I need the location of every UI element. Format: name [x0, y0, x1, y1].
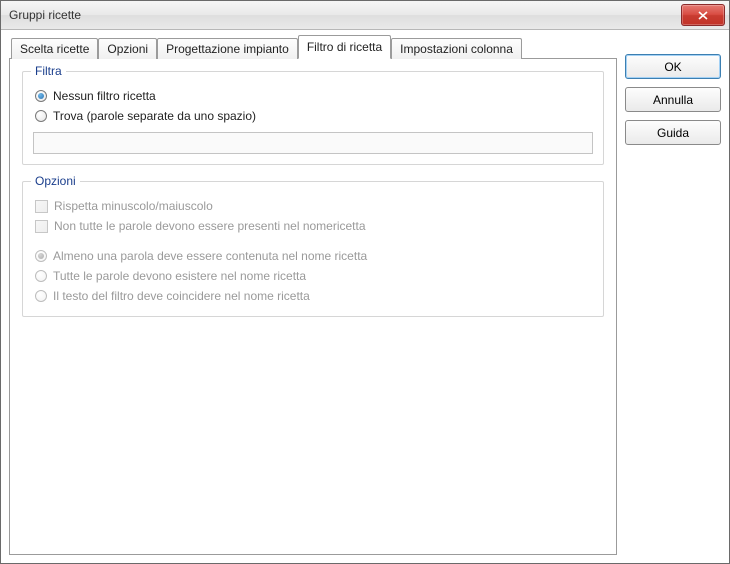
row-at-least-one[interactable]: Almeno una parola deve essere contenuta …	[33, 246, 593, 266]
right-pane: OK Annulla Guida	[617, 36, 721, 555]
row-not-all-words[interactable]: Non tutte le parole devono essere presen…	[33, 216, 593, 236]
checkbox-label: Non tutte le parole devono essere presen…	[54, 219, 366, 233]
tab-strip: Scelta ricette Opzioni Progettazione imp…	[9, 36, 617, 58]
radio-icon	[35, 290, 47, 302]
tab-opzioni[interactable]: Opzioni	[98, 38, 157, 59]
radio-icon	[35, 250, 47, 262]
checkbox-label: Rispetta minuscolo/maiuscolo	[54, 199, 213, 213]
tab-panel: Filtra Nessun filtro ricetta Trova (paro…	[9, 58, 617, 555]
close-icon	[698, 11, 708, 20]
group-opzioni: Opzioni Rispetta minuscolo/maiuscolo Non…	[22, 181, 604, 317]
row-find[interactable]: Trova (parole separate da uno spazio)	[33, 106, 593, 126]
radio-label: Nessun filtro ricetta	[53, 89, 156, 103]
button-label: OK	[664, 60, 681, 74]
row-no-filter[interactable]: Nessun filtro ricetta	[33, 86, 593, 106]
filter-text-input[interactable]	[33, 132, 593, 154]
checkbox-icon	[35, 200, 48, 213]
cancel-button[interactable]: Annulla	[625, 87, 721, 112]
help-button[interactable]: Guida	[625, 120, 721, 145]
row-all-exist[interactable]: Tutte le parole devono esistere nel nome…	[33, 266, 593, 286]
tab-scelta-ricette[interactable]: Scelta ricette	[11, 38, 98, 59]
radio-label: Trova (parole separate da uno spazio)	[53, 109, 256, 123]
titlebar: Gruppi ricette	[1, 1, 729, 30]
tab-label: Scelta ricette	[20, 42, 89, 56]
tab-filtro-di-ricetta[interactable]: Filtro di ricetta	[298, 35, 391, 59]
group-legend: Opzioni	[31, 174, 80, 188]
group-legend: Filtra	[31, 64, 66, 78]
tab-progettazione[interactable]: Progettazione impianto	[157, 38, 298, 59]
tab-label: Opzioni	[107, 42, 148, 56]
button-label: Annulla	[653, 93, 693, 107]
tab-label: Impostazioni colonna	[400, 42, 513, 56]
close-button[interactable]	[681, 4, 725, 26]
radio-label: Tutte le parole devono esistere nel nome…	[53, 269, 306, 283]
tab-label: Progettazione impianto	[166, 42, 289, 56]
dialog-window: Gruppi ricette Scelta ricette Opzioni Pr…	[0, 0, 730, 564]
ok-button[interactable]: OK	[625, 54, 721, 79]
button-label: Guida	[657, 126, 689, 140]
tab-impostazioni-colonna[interactable]: Impostazioni colonna	[391, 38, 522, 59]
row-exact-match[interactable]: Il testo del filtro deve coincidere nel …	[33, 286, 593, 306]
radio-icon	[35, 110, 47, 122]
window-title: Gruppi ricette	[9, 8, 681, 22]
radio-icon	[35, 270, 47, 282]
radio-icon	[35, 90, 47, 102]
group-filtra: Filtra Nessun filtro ricetta Trova (paro…	[22, 71, 604, 165]
client-area: Scelta ricette Opzioni Progettazione imp…	[1, 30, 729, 563]
left-pane: Scelta ricette Opzioni Progettazione imp…	[9, 36, 617, 555]
row-respect-case[interactable]: Rispetta minuscolo/maiuscolo	[33, 196, 593, 216]
tab-label: Filtro di ricetta	[307, 40, 382, 54]
radio-label: Il testo del filtro deve coincidere nel …	[53, 289, 310, 303]
checkbox-icon	[35, 220, 48, 233]
radio-label: Almeno una parola deve essere contenuta …	[53, 249, 367, 263]
